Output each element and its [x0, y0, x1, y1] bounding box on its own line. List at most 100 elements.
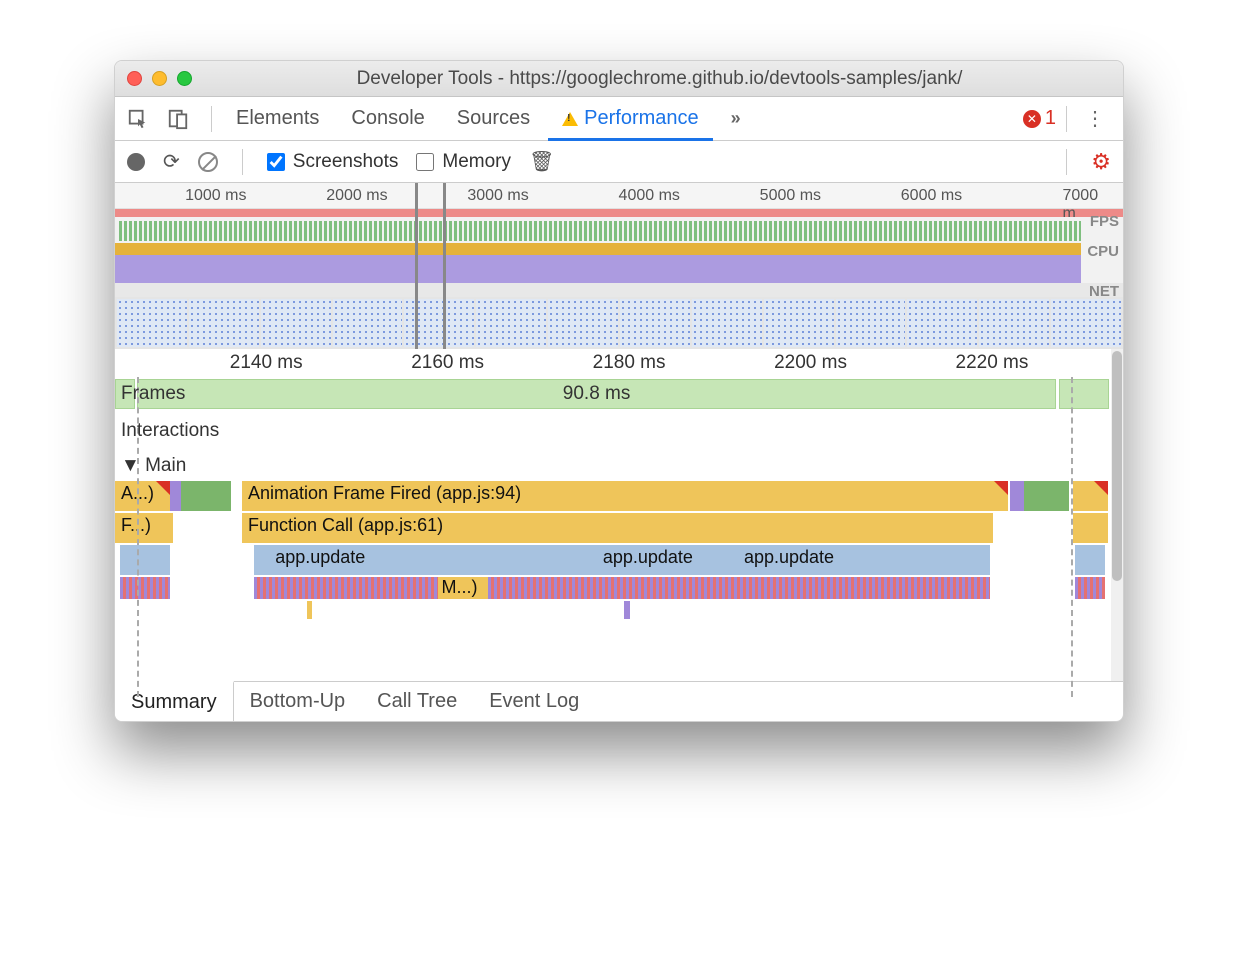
frame-block[interactable]	[1059, 379, 1109, 409]
thumbnail	[620, 299, 690, 347]
interactions-row[interactable]: Interactions	[115, 411, 1123, 451]
settings-gear-icon[interactable]: ⚙	[1091, 149, 1111, 175]
net-label: NET	[1089, 283, 1119, 300]
flame-chart[interactable]: 2140 ms 2160 ms 2180 ms 2200 ms 2220 ms …	[115, 349, 1123, 681]
event-block[interactable]: M...)	[438, 577, 488, 599]
device-toggle-icon[interactable]	[165, 106, 191, 132]
record-button[interactable]	[127, 153, 145, 171]
event-block[interactable]	[120, 545, 170, 575]
btab-bottom-up[interactable]: Bottom-Up	[234, 682, 362, 721]
event-block[interactable]	[624, 601, 630, 619]
divider	[1066, 106, 1067, 132]
titlebar: Developer Tools - https://googlechrome.g…	[115, 61, 1123, 97]
event-block[interactable]: A...)	[115, 481, 170, 511]
tab-label: Performance	[584, 107, 699, 130]
bottom-tabs: Summary Bottom-Up Call Tree Event Log	[115, 681, 1123, 721]
event-stripes[interactable]	[254, 577, 990, 599]
thumbnail	[764, 299, 834, 347]
frame-boundary	[1071, 377, 1073, 697]
event-block[interactable]	[1024, 481, 1068, 511]
event-block[interactable]	[181, 481, 231, 511]
flame-ruler: 2140 ms 2160 ms 2180 ms 2200 ms 2220 ms	[115, 349, 1123, 377]
maximize-icon[interactable]	[177, 71, 192, 86]
event-block[interactable]	[307, 601, 312, 619]
event-stripes[interactable]	[1075, 577, 1105, 599]
btab-event-log[interactable]: Event Log	[473, 682, 595, 721]
btab-call-tree[interactable]: Call Tree	[361, 682, 473, 721]
event-block[interactable]	[1075, 545, 1105, 575]
overview-activity-bar	[115, 209, 1123, 217]
interactions-label: Interactions	[115, 420, 235, 442]
btab-label: Summary	[131, 691, 217, 714]
tick: 2180 ms	[593, 352, 666, 374]
tick: 6000 ms	[901, 187, 962, 205]
memory-label: Memory	[442, 151, 511, 173]
frame-block[interactable]: 90.8 ms	[137, 379, 1056, 409]
cpu-label: CPU	[1087, 243, 1119, 260]
event-block[interactable]	[1073, 481, 1108, 511]
main-text: Main	[145, 455, 186, 476]
devtools-window: Developer Tools - https://googlechrome.g…	[114, 60, 1124, 722]
panel-tabs: Elements Console Sources Performance » ✕…	[115, 97, 1123, 141]
tick: 2160 ms	[411, 352, 484, 374]
divider	[242, 149, 243, 175]
frames-row[interactable]: Frames 90.8 ms	[115, 377, 1123, 411]
traffic-lights	[127, 71, 192, 86]
overview-ruler: 1000 ms 2000 ms 3000 ms 4000 ms 5000 ms …	[115, 183, 1123, 209]
more-tabs[interactable]: »	[717, 97, 755, 140]
memory-input[interactable]	[416, 153, 434, 171]
vertical-scrollbar[interactable]	[1111, 349, 1123, 681]
thumbnail	[1051, 299, 1121, 347]
tab-elements[interactable]: Elements	[222, 97, 333, 140]
scrollbar-thumb[interactable]	[1112, 351, 1122, 581]
overview-selection[interactable]	[415, 183, 445, 349]
event-block[interactable]	[1073, 513, 1108, 543]
tab-label: Elements	[236, 107, 319, 130]
thumbnail	[476, 299, 546, 347]
memory-checkbox[interactable]: Memory	[416, 151, 511, 173]
tab-console[interactable]: Console	[337, 97, 438, 140]
divider	[211, 106, 212, 132]
thumbnail	[189, 299, 259, 347]
tick: 4000 ms	[619, 187, 680, 205]
main-row-header[interactable]: ▼ Main	[115, 451, 1123, 481]
close-icon[interactable]	[127, 71, 142, 86]
settings-menu-icon[interactable]: ⋮	[1077, 106, 1113, 131]
btab-label: Event Log	[489, 690, 579, 713]
frame-duration: 90.8 ms	[563, 383, 631, 405]
overview-screenshots	[115, 297, 1123, 349]
event-stripes[interactable]	[120, 577, 170, 599]
tick: 2000 ms	[326, 187, 387, 205]
event-block[interactable]	[1010, 481, 1024, 511]
tab-performance[interactable]: Performance	[548, 97, 713, 140]
minimize-icon[interactable]	[152, 71, 167, 86]
tab-sources[interactable]: Sources	[443, 97, 544, 140]
overview-panel[interactable]: 1000 ms 2000 ms 3000 ms 4000 ms 5000 ms …	[115, 183, 1123, 349]
event-block[interactable]: F...)	[115, 513, 173, 543]
window-title: Developer Tools - https://googlechrome.g…	[208, 68, 1111, 90]
error-count-value: 1	[1045, 107, 1056, 130]
tab-label: Sources	[457, 107, 530, 130]
screenshots-input[interactable]	[267, 153, 285, 171]
main-track: A...) Animation Frame Fired (app.js:94) …	[115, 481, 1123, 681]
event-label: app.update	[271, 545, 523, 575]
screenshots-checkbox[interactable]: Screenshots	[267, 151, 399, 173]
tick: 2200 ms	[774, 352, 847, 374]
event-block[interactable]: Animation Frame Fired (app.js:94)	[242, 481, 1008, 511]
btab-summary[interactable]: Summary	[115, 681, 234, 721]
reload-record-button[interactable]: ⟳	[163, 149, 180, 174]
thumbnail	[333, 299, 403, 347]
overview-cpu	[115, 243, 1123, 283]
inspect-icon[interactable]	[125, 106, 151, 132]
event-block[interactable]: Function Call (app.js:61)	[242, 513, 993, 543]
clear-button[interactable]	[198, 152, 218, 172]
error-count[interactable]: ✕ 1	[1023, 107, 1056, 130]
chevron-right-icon: »	[731, 108, 741, 129]
btab-label: Bottom-Up	[250, 690, 346, 713]
thumbnail	[979, 299, 1049, 347]
trash-button[interactable]: 🗑	[529, 149, 554, 174]
perf-toolbar: ⟳ Screenshots Memory 🗑 ⚙	[115, 141, 1123, 183]
thumbnail	[261, 299, 331, 347]
event-label: app.update	[740, 545, 891, 575]
warning-icon	[562, 112, 578, 126]
